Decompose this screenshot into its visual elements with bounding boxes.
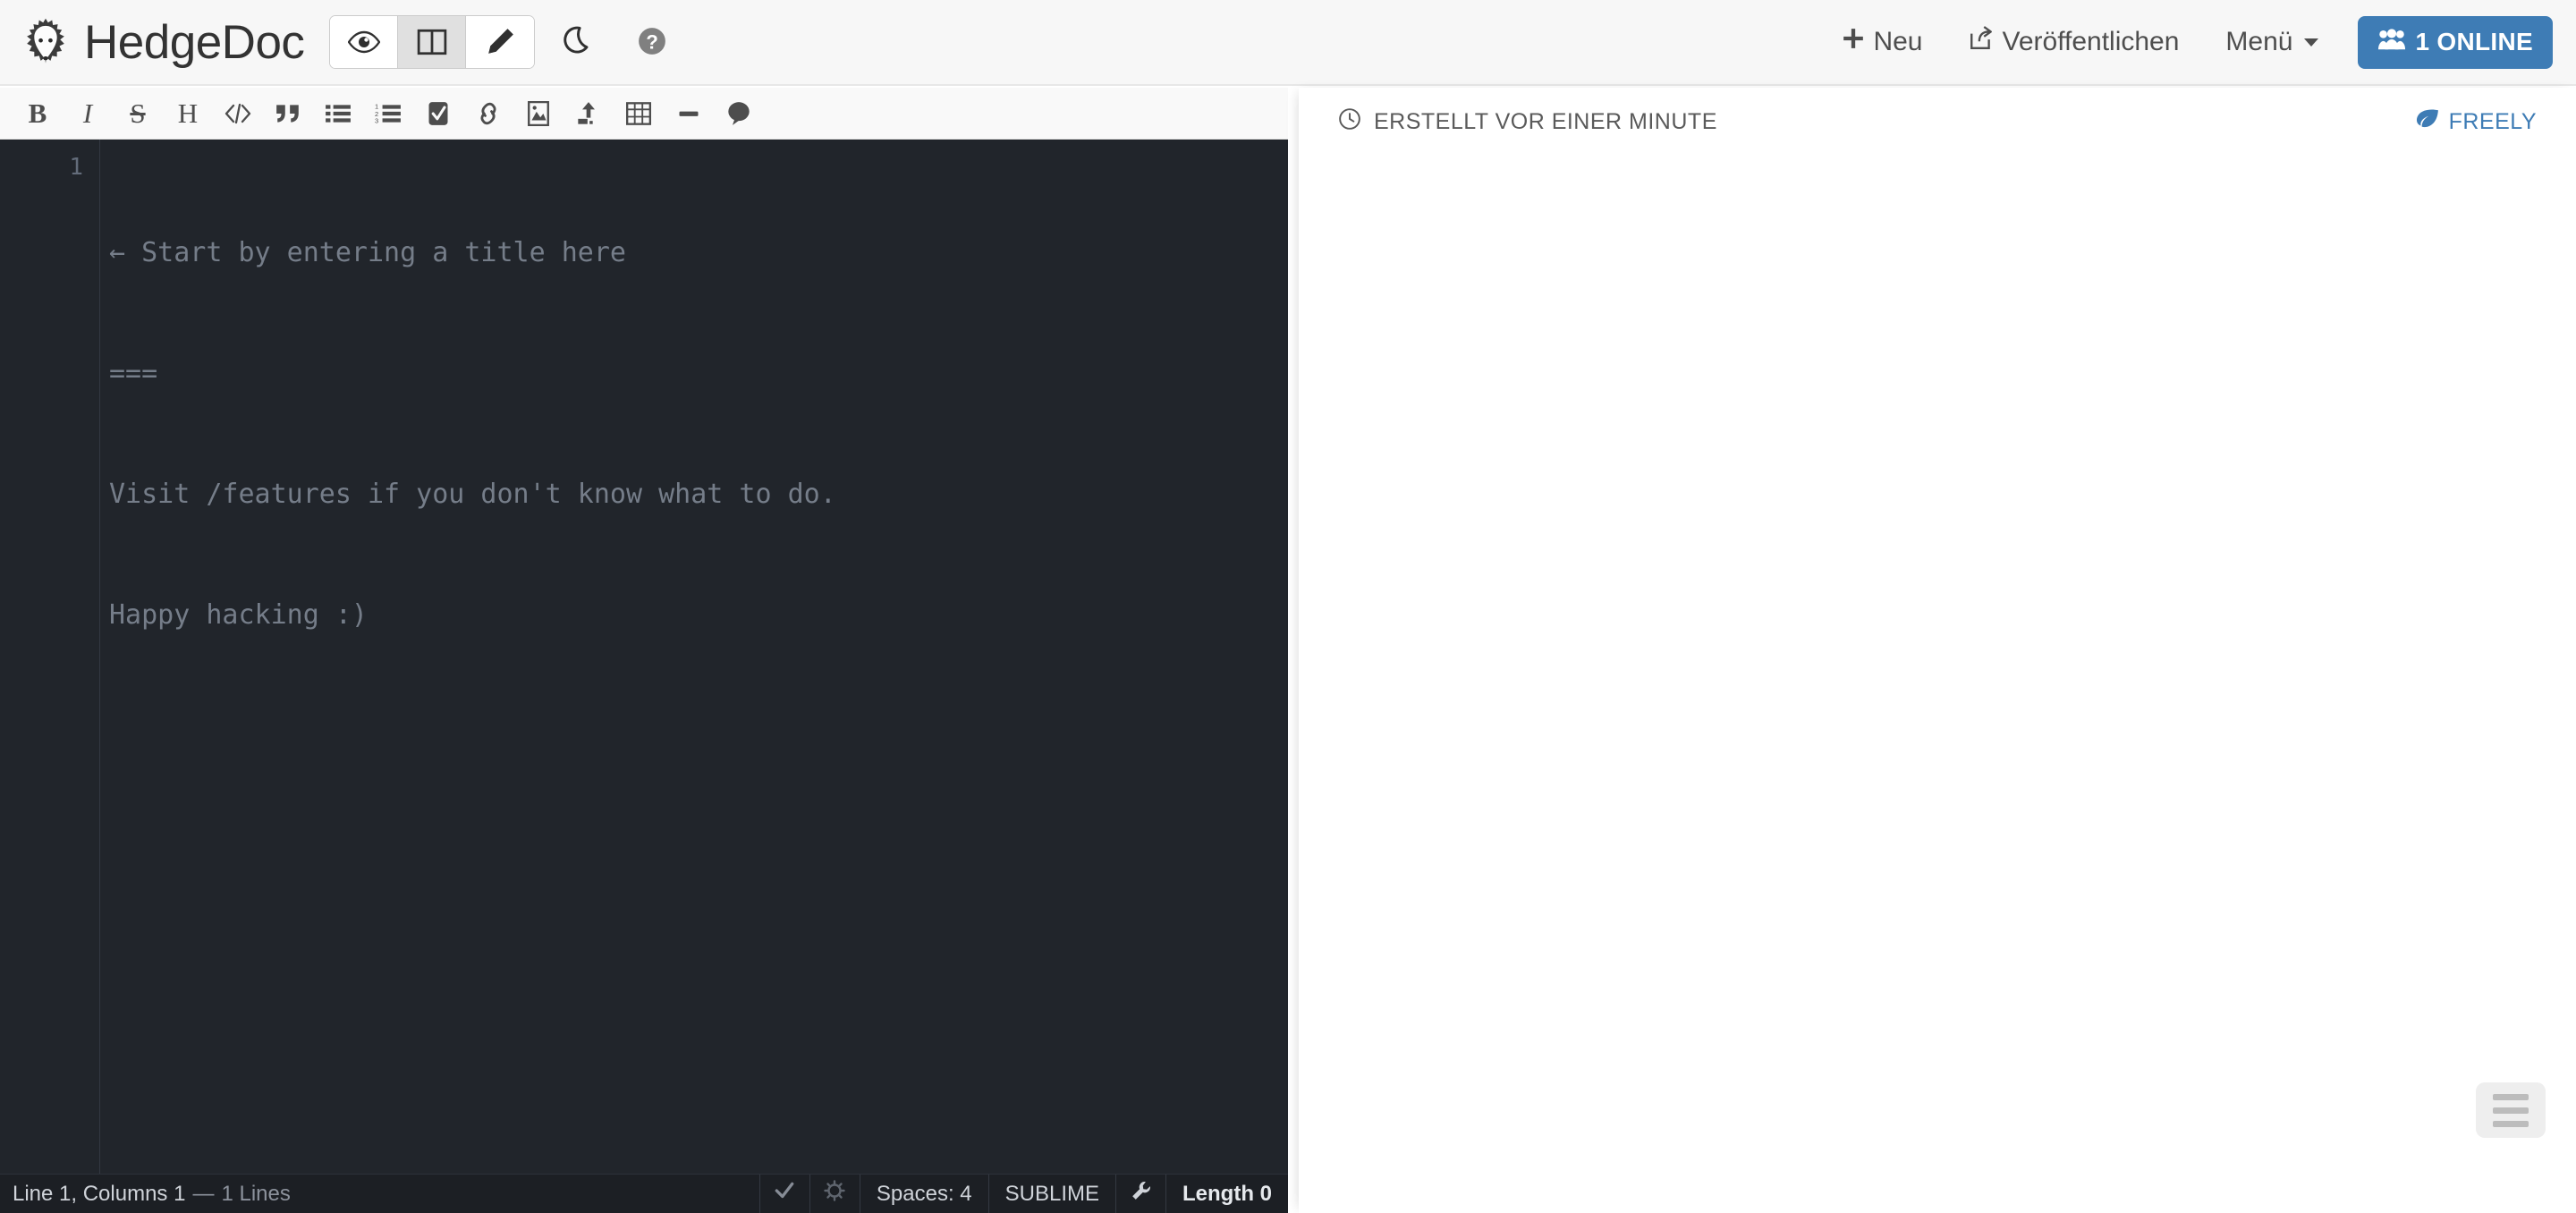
quote-button[interactable] [263,91,313,136]
bars-icon-line [2493,1107,2529,1114]
view-mode-group [329,15,536,69]
pencil-icon [485,27,515,57]
toc-toggle-button[interactable] [2476,1082,2546,1138]
menu-label: Menü [2225,27,2293,56]
night-mode-button[interactable] [549,16,608,68]
italic-icon: I [82,98,93,129]
publish-link[interactable]: Veröffentlichen [1945,26,2202,58]
upload-icon [576,101,601,126]
comment-button[interactable] [714,91,764,136]
share-square-icon [1969,26,1994,58]
ordered-list-button[interactable]: 1 2 3 [363,91,413,136]
bars-icon-line [2493,1093,2529,1100]
italic-button[interactable]: I [63,91,113,136]
brand-home-link[interactable]: HedgeDoc [20,15,305,70]
eye-icon [347,26,380,58]
content-length-status[interactable]: Length 0 [1165,1175,1288,1213]
indent-setting-button[interactable]: Spaces: 4 [859,1175,988,1213]
spinner-icon [824,1180,846,1208]
top-navbar: HedgeDoc ? Neu Veröffentlichen Menü 1 ON… [0,0,2576,86]
minus-icon [676,102,701,125]
heading-icon: H [177,98,199,129]
link-icon [476,101,501,126]
code-editor[interactable]: 1 ← Start by entering a title here === V… [0,140,1288,1174]
view-mode-both-button[interactable] [398,16,467,68]
view-mode-edit-button[interactable] [466,16,535,68]
question-circle-icon: ? [637,26,667,59]
upload-image-button[interactable] [564,91,614,136]
heading-button[interactable]: H [163,91,213,136]
bars-icon-line [2493,1120,2529,1127]
list-ul-icon [325,102,352,125]
menu-dropdown[interactable]: Menü [2202,27,2342,57]
code-button[interactable] [213,91,263,136]
preview-pane: ERSTELLT VOR EINER MINUTE FREELY [1299,88,2576,1213]
moon-icon [563,25,595,60]
caret-down-icon [2304,38,2319,47]
keymap-setting-button[interactable]: SUBLIME [987,1175,1115,1213]
leaf-icon [2414,108,2439,136]
svg-text:3: 3 [375,116,378,124]
created-time-info: ERSTELLT VOR EINER MINUTE [1338,107,1717,137]
total-lines-text: 1 Lines [221,1181,291,1206]
wrench-icon [1131,1180,1152,1208]
table-button[interactable] [614,91,664,136]
permission-badge[interactable]: FREELY [2414,108,2537,136]
strikethrough-icon: S [130,98,146,129]
created-time-text: ERSTELLT VOR EINER MINUTE [1374,108,1717,134]
editor-placeholder-text: ← Start by entering a title here === Vis… [109,152,836,716]
image-icon [527,100,550,126]
help-button[interactable]: ? [623,16,682,68]
indent-label: Spaces: 4 [876,1181,972,1206]
link-button[interactable] [463,91,513,136]
view-mode-preview-button[interactable] [330,16,399,68]
horizontal-rule-button[interactable] [664,91,714,136]
brand-title: HedgeDoc [84,15,305,69]
users-icon [2377,28,2406,57]
plus-icon [1842,27,1865,57]
publish-label: Veröffentlichen [2002,27,2180,56]
placeholder-line: Happy hacking :) [109,599,368,631]
columns-icon [417,27,447,57]
sync-status-button[interactable] [809,1175,860,1213]
bold-button[interactable]: B [13,91,63,136]
clock-icon [1338,107,1361,137]
length-label: Length 0 [1182,1181,1272,1206]
placeholder-line: === [109,358,158,389]
new-note-link[interactable]: Neu [1818,27,1945,57]
preview-header: ERSTELLT VOR EINER MINUTE FREELY [1299,88,2576,156]
permission-text: FREELY [2448,108,2537,134]
cursor-position-status: Line 1, Columns 1 — 1 Lines [0,1175,759,1213]
strikethrough-button[interactable]: S [113,91,163,136]
saved-status-button[interactable] [758,1175,809,1213]
online-users-button[interactable]: 1 ONLINE [2358,15,2553,69]
status-separator: — [192,1181,215,1206]
image-button[interactable] [513,91,564,136]
editor-pane: B I S H 1 2 3 1 ← Start by entering a ti… [0,88,1288,1213]
editor-status-bar: Line 1, Columns 1 — 1 Lines Spaces: 4 SU… [0,1174,1288,1213]
keymap-label: SUBLIME [1004,1181,1099,1206]
bold-icon: B [28,98,47,129]
cursor-position-text: Line 1, Columns 1 [13,1181,186,1206]
svg-text:?: ? [647,30,659,53]
placeholder-line: Visit /features if you don't know what t… [109,479,836,510]
online-count-label: 1 ONLINE [2415,28,2533,55]
comment-icon [726,101,751,126]
navbar-right-actions: Neu Veröffentlichen Menü 1 ONLINE [1818,15,2553,69]
table-icon [626,101,651,125]
list-ol-icon: 1 2 3 [375,102,402,125]
new-note-label: Neu [1873,27,1923,56]
hedgehog-logo-icon [20,16,72,68]
editor-settings-button[interactable] [1115,1175,1165,1213]
check-square-icon [426,101,451,126]
line-number: 1 [69,154,83,181]
check-icon [774,1180,795,1208]
placeholder-line: ← Start by entering a title here [109,237,626,268]
line-number-gutter: 1 [0,140,100,1174]
markdown-toolbar: B I S H 1 2 3 [0,88,1288,140]
code-icon [224,102,252,125]
quote-icon [275,102,301,125]
check-list-button[interactable] [413,91,463,136]
unordered-list-button[interactable] [313,91,363,136]
